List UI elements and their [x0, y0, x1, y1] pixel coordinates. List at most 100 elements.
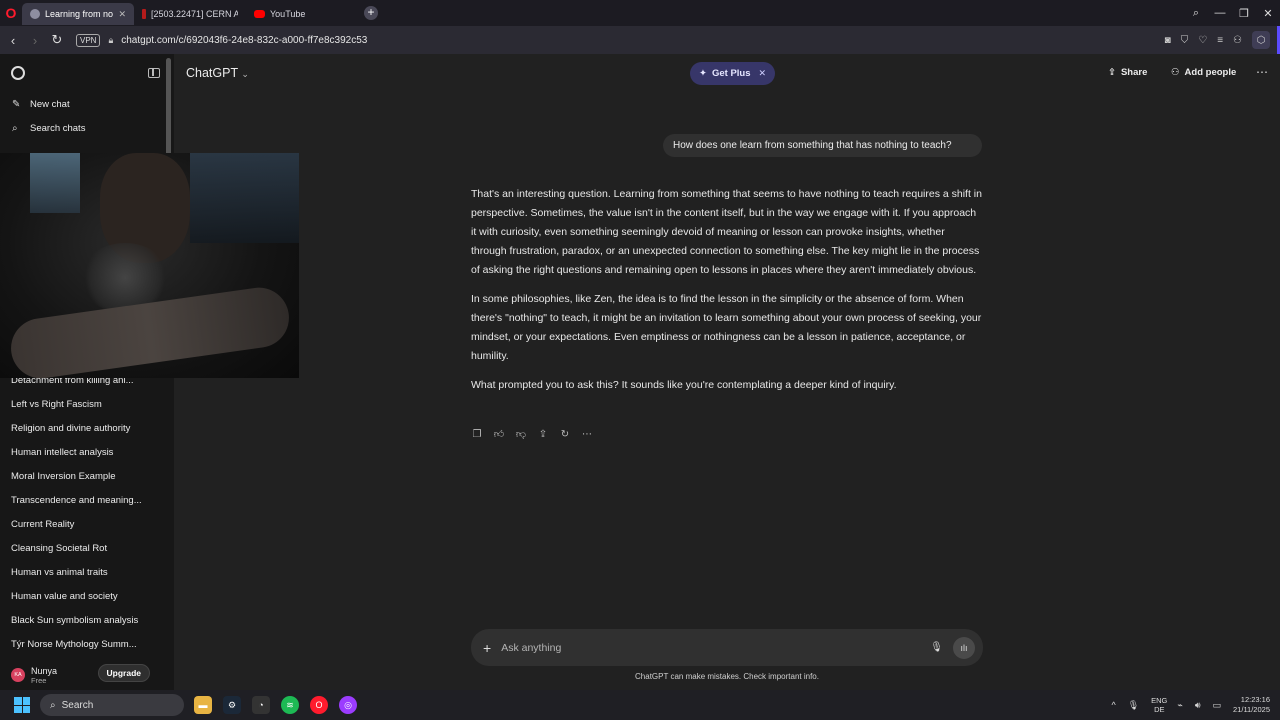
close-tab-icon[interactable]: ✕	[118, 9, 126, 20]
new-tab-button[interactable]: +	[364, 6, 378, 20]
spotify-icon[interactable]: ≋	[281, 696, 299, 714]
browser-tab-strip: O Learning from nothing ✕ [2503.22471] C…	[0, 0, 1280, 26]
app-icon[interactable]: ◔	[252, 696, 270, 714]
chat-history-item[interactable]: Current Reality	[0, 512, 164, 536]
chat-history-item[interactable]: Left vs Right Fascism	[0, 392, 164, 416]
tab-label: Learning from nothing	[45, 9, 114, 19]
chat-history-item[interactable]: Moral Inversion Example	[0, 464, 164, 488]
opera-icon[interactable]: O	[310, 696, 328, 714]
model-picker[interactable]: ChatGPT ⌄	[186, 66, 249, 80]
thumbs-up-icon[interactable]: 👍︎	[493, 429, 505, 441]
menu-lines-icon[interactable]: ≡	[1217, 35, 1223, 46]
clock[interactable]: 12:23:16 21/11/2025	[1233, 695, 1270, 715]
copy-icon[interactable]: ❐	[471, 429, 483, 441]
openai-logo-icon[interactable]	[11, 66, 25, 80]
share-label: Share	[1120, 67, 1148, 78]
url-field[interactable]: chatgpt.com/c/692043f6-24e8-832c-a000-ff…	[121, 35, 367, 46]
share-icon[interactable]: ⇪	[537, 429, 549, 441]
windows-start-icon[interactable]	[14, 697, 30, 713]
taskbar-search-label: Search	[61, 699, 94, 711]
user-plan: Free	[31, 675, 47, 685]
upgrade-button[interactable]: Upgrade	[97, 664, 150, 682]
thumbs-down-icon[interactable]: 👎︎	[515, 429, 527, 441]
more-options-icon[interactable]: ⋯	[1256, 65, 1268, 79]
webcam-background-shelf	[190, 153, 299, 243]
heart-icon[interactable]: ♡	[1198, 35, 1207, 46]
close-sidebar-icon[interactable]	[148, 68, 160, 78]
edit-icon: ✎	[12, 98, 21, 110]
windows-taskbar: ⌕ Search ▬ ⚙ ◔ ≋ O ◎ ^ 🎙︎ ENG DE ⌁ 🔊︎ ▭ …	[0, 690, 1280, 720]
shield-icon[interactable]: ⛉	[1181, 35, 1189, 46]
user-profile[interactable]: KA Nunya Free Upgrade	[0, 660, 174, 690]
profile-icon[interactable]: ⚇	[1233, 35, 1242, 46]
assistant-paragraph: What prompted you to ask this? It sounds…	[471, 379, 897, 391]
voice-mode-icon[interactable]: ılı	[953, 636, 975, 659]
share-icon: ⇪	[1108, 67, 1116, 78]
battery-icon[interactable]: ▭	[1213, 700, 1222, 711]
window-controls: ⌕ — ❐ ✕	[1184, 0, 1280, 26]
model-name: ChatGPT	[186, 66, 238, 80]
extension-cube-icon[interactable]: ⬡	[1252, 31, 1270, 49]
opera-logo-icon[interactable]: O	[0, 0, 22, 26]
sidebar-top	[0, 54, 174, 92]
chat-history-item[interactable]: Transcendence and meaning...	[0, 488, 164, 512]
chat-history-item[interactable]: Cleansing Societal Rot	[0, 536, 164, 560]
assistant-paragraph: That's an interesting question. Learning…	[471, 188, 982, 276]
reload-icon[interactable]: ↻	[46, 32, 68, 48]
chat-history-item[interactable]: Human intellect analysis	[0, 440, 164, 464]
network-icon[interactable]: ⌁	[1177, 700, 1182, 711]
assistant-paragraph: In some philosophies, like Zen, the idea…	[471, 293, 982, 362]
address-bar: ‹ › ↻ VPN 🔒︎ chatgpt.com/c/692043f6-24e8…	[0, 26, 1280, 54]
system-tray: ^ 🎙︎ ENG DE ⌁ 🔊︎ ▭ 12:23:16 21/11/2025	[1111, 690, 1280, 720]
get-plus-button[interactable]: ✦ Get Plus ✕	[690, 62, 776, 85]
keyboard-layout: DE	[1154, 705, 1165, 714]
search-icon: ⌕	[12, 122, 18, 134]
chat-history-item[interactable]: Týr Norse Mythology Summ...	[0, 632, 164, 656]
dismiss-icon[interactable]: ✕	[759, 68, 767, 79]
message-actions: ❐ 👍︎ 👎︎ ⇪ ↻ ⋯	[471, 429, 593, 441]
attach-plus-icon[interactable]: +	[483, 640, 491, 656]
lock-icon[interactable]: 🔒︎	[108, 35, 113, 46]
share-button[interactable]: ⇪ Share	[1108, 67, 1147, 78]
more-icon[interactable]: ⋯	[581, 429, 593, 441]
user-message: How does one learn from something that h…	[663, 134, 982, 157]
volume-icon[interactable]: 🔊︎	[1195, 700, 1201, 711]
prompt-input[interactable]	[501, 641, 882, 654]
search-tabs-icon[interactable]: ⌕	[1184, 7, 1208, 20]
microphone-icon[interactable]: 🎙︎	[1128, 700, 1139, 711]
assistant-message: That's an interesting question. Learning…	[471, 185, 983, 405]
tab-youtube[interactable]: YouTube	[246, 3, 356, 25]
search-chats-button[interactable]: ⌕ Search chats	[0, 116, 174, 140]
tab-label: [2503.22471] CERN AD/EL	[151, 9, 238, 19]
tab-learning-from-nothing[interactable]: Learning from nothing ✕	[22, 3, 134, 25]
add-people-button[interactable]: ⚇ Add people	[1171, 67, 1236, 78]
add-people-label: Add people	[1184, 67, 1237, 78]
clock-date: 21/11/2025	[1233, 705, 1270, 714]
chat-history-item[interactable]: Religion and divine authority	[0, 416, 164, 440]
steam-icon[interactable]: ⚙	[223, 696, 241, 714]
microphone-icon[interactable]: 🎙︎	[930, 642, 943, 653]
language-indicator[interactable]: ENG DE	[1151, 696, 1167, 714]
chevron-up-icon[interactable]: ^	[1111, 700, 1115, 710]
minimize-icon[interactable]: —	[1208, 7, 1232, 19]
tab-cern-paper[interactable]: [2503.22471] CERN AD/EL	[134, 3, 246, 25]
camera-icon[interactable]: ◙	[1165, 35, 1171, 46]
back-icon[interactable]: ‹	[2, 33, 24, 48]
youtube-favicon-icon	[254, 10, 265, 18]
taskbar-search[interactable]: ⌕ Search	[40, 694, 184, 716]
get-plus-label: Get Plus	[711, 68, 751, 79]
close-window-icon[interactable]: ✕	[1256, 7, 1280, 20]
file-explorer-icon[interactable]: ▬	[194, 696, 212, 714]
new-chat-button[interactable]: ✎ New chat	[0, 92, 174, 116]
opera-gx-icon[interactable]: ◎	[339, 696, 357, 714]
chat-history-item[interactable]: Black Sun symbolism analysis	[0, 608, 164, 632]
forward-icon[interactable]: ›	[24, 33, 46, 48]
regenerate-icon[interactable]: ↻	[559, 429, 571, 441]
tab-label: YouTube	[270, 9, 306, 19]
vpn-badge[interactable]: VPN	[76, 33, 101, 47]
webcam-overlay	[0, 153, 299, 378]
chat-history-item[interactable]: Human value and society	[0, 584, 164, 608]
user-name: Nunya	[31, 665, 58, 676]
chat-history-item[interactable]: Human vs animal traits	[0, 560, 164, 584]
restore-icon[interactable]: ❐	[1232, 7, 1256, 20]
